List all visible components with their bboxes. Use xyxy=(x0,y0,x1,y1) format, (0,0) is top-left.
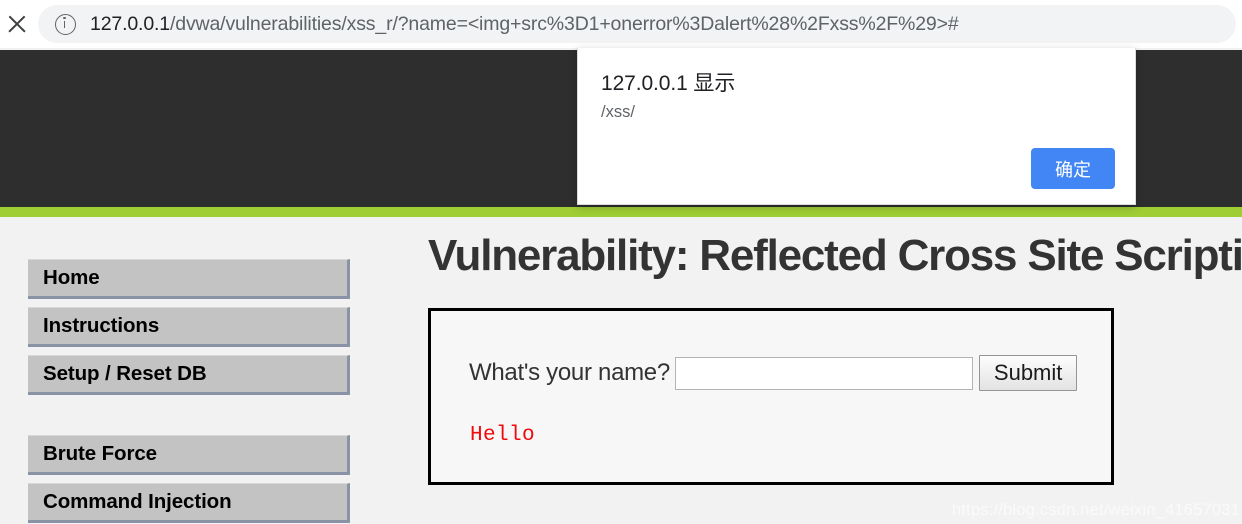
main-content: Vulnerability: Reflected Cross Site Scri… xyxy=(428,228,1242,485)
page-title: Vulnerability: Reflected Cross Site Scri… xyxy=(428,231,1242,280)
sidebar-item-label: Setup / Reset DB xyxy=(43,362,207,385)
sidebar-item-label: Command Injection xyxy=(43,490,232,513)
dialog-ok-button[interactable]: 确定 xyxy=(1031,148,1115,189)
sidebar-item-setup-reset-db[interactable]: Setup / Reset DB xyxy=(28,355,350,395)
sidebar-item-label: Home xyxy=(43,266,100,289)
submit-button[interactable]: Submit xyxy=(978,355,1078,391)
site-accent-stripe xyxy=(0,207,1242,217)
xss-form: What's your name? Submit xyxy=(469,355,1078,391)
javascript-alert-dialog: 127.0.0.1 显示 /xss/ 确定 xyxy=(577,48,1136,205)
greeting-output: Hello xyxy=(470,424,536,447)
address-bar[interactable]: 127.0.0.1/dvwa/vulnerabilities/xss_r/?na… xyxy=(38,5,1236,43)
sidebar-item-home[interactable]: Home xyxy=(28,259,350,299)
url-host: 127.0.0.1 xyxy=(90,12,170,35)
browser-toolbar: 127.0.0.1/dvwa/vulnerabilities/xss_r/?na… xyxy=(0,0,1242,48)
dialog-title: 127.0.0.1 显示 xyxy=(601,72,736,95)
name-input[interactable] xyxy=(674,356,973,390)
sidebar-item-brute-force[interactable]: Brute Force xyxy=(28,435,350,475)
sidebar-group-divider xyxy=(28,403,350,435)
sidebar: Home Instructions Setup / Reset DB Brute… xyxy=(28,259,350,524)
sidebar-item-label: Brute Force xyxy=(43,442,157,465)
name-field-label: What's your name? xyxy=(469,359,670,386)
sidebar-item-instructions[interactable]: Instructions xyxy=(28,307,350,347)
watermark: https://blog.csdn.net/weixin_41657031 xyxy=(951,501,1240,519)
sidebar-item-command-injection[interactable]: Command Injection xyxy=(28,483,350,523)
info-circle-icon[interactable] xyxy=(55,13,76,35)
url-text: 127.0.0.1/dvwa/vulnerabilities/xss_r/?na… xyxy=(90,13,959,36)
vulnerability-panel: What's your name? Submit Hello xyxy=(428,308,1114,485)
close-icon[interactable] xyxy=(2,9,32,39)
url-path: /dvwa/vulnerabilities/xss_r/?name=<img+s… xyxy=(169,12,959,35)
sidebar-item-label: Instructions xyxy=(43,314,160,337)
dialog-message: /xss/ xyxy=(601,103,635,121)
